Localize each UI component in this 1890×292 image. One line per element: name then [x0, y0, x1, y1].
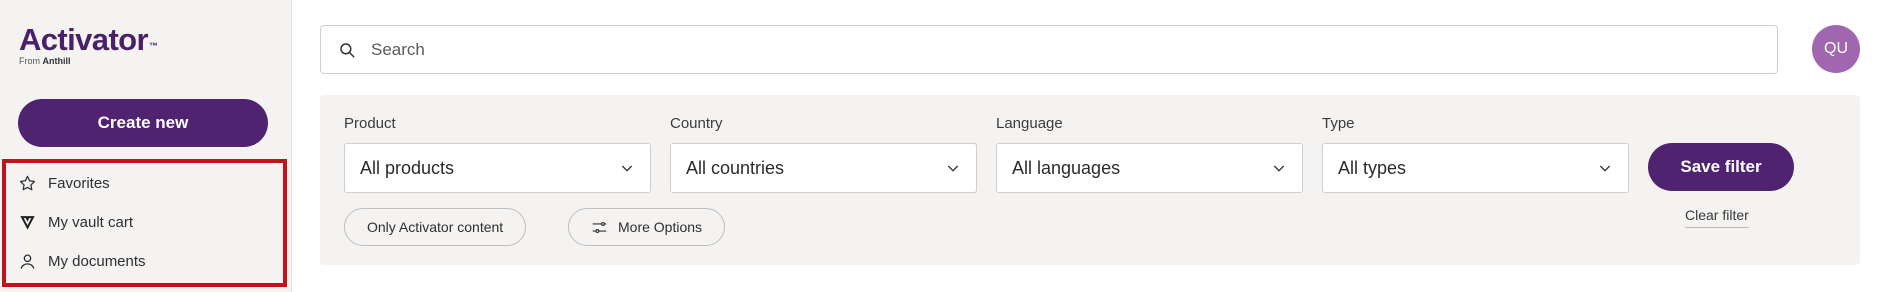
logo-word: Activator	[19, 22, 149, 57]
star-icon	[19, 175, 36, 191]
sliders-icon	[592, 221, 607, 233]
sidebar: Activator™ From Anthill Create new Favor…	[0, 0, 292, 292]
language-filter-label: Language	[996, 115, 1063, 132]
language-select-value: All languages	[1012, 157, 1121, 178]
search-input[interactable]	[371, 39, 1751, 60]
sidebar-item-label: Favorites	[48, 175, 110, 192]
only-activator-content-toggle[interactable]: Only Activator content	[344, 208, 527, 246]
more-options-label: More Options	[618, 219, 703, 235]
country-select[interactable]: All countries	[670, 143, 977, 193]
filter-panel: Product All products Country All countri…	[320, 95, 1860, 265]
activator-logo[interactable]: Activator™ From Anthill	[19, 22, 158, 67]
logo-trademark: ™	[148, 41, 158, 51]
more-options-button[interactable]: More Options	[568, 208, 726, 246]
search-bar[interactable]	[320, 25, 1778, 74]
chevron-down-icon	[947, 165, 959, 172]
only-activator-content-label: Only Activator content	[367, 219, 504, 235]
type-select-value: All types	[1338, 157, 1407, 178]
logo-subtitle: From Anthill	[19, 56, 71, 66]
product-select[interactable]: All products	[344, 143, 651, 193]
product-select-value: All products	[360, 157, 455, 178]
avatar[interactable]: QU	[1812, 25, 1860, 73]
app-root: Activator™ From Anthill Create new Favor…	[0, 0, 1890, 292]
chevron-down-icon	[1273, 165, 1285, 172]
sidebar-item-vault-cart[interactable]: My vault cart	[18, 213, 133, 232]
sidebar-item-my-documents[interactable]: My documents	[18, 252, 146, 271]
country-filter-label: Country	[670, 115, 723, 132]
country-select-value: All countries	[686, 157, 785, 178]
sidebar-item-label: My vault cart	[48, 214, 134, 231]
clear-filter-link[interactable]: Clear filter	[1685, 207, 1749, 228]
product-filter-label: Product	[344, 115, 396, 132]
user-icon	[20, 254, 35, 269]
chevron-down-icon	[1599, 165, 1611, 172]
type-filter-label: Type	[1322, 115, 1355, 132]
chevron-down-icon	[621, 165, 633, 172]
sidebar-item-favorites[interactable]: Favorites	[18, 174, 110, 193]
type-select[interactable]: All types	[1322, 143, 1629, 193]
search-icon	[340, 42, 355, 57]
create-new-button[interactable]: Create new	[18, 99, 268, 147]
sidebar-item-label: My documents	[48, 253, 146, 270]
language-select[interactable]: All languages	[996, 143, 1303, 193]
vault-v-icon	[20, 216, 35, 230]
save-filter-button[interactable]: Save filter	[1648, 143, 1794, 191]
